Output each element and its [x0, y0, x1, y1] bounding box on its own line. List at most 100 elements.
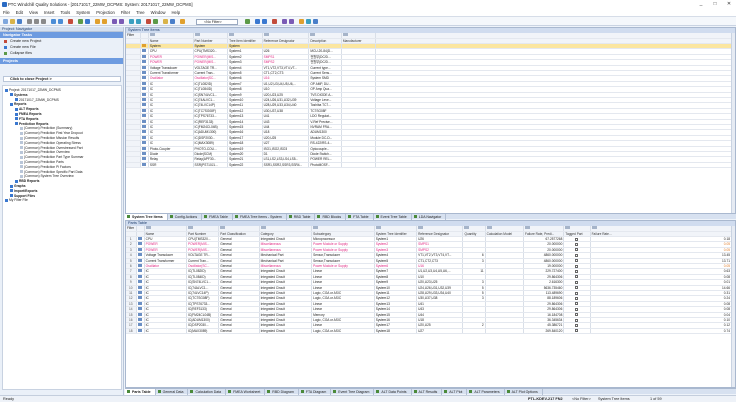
table-row[interactable]: 18 IC IC(MAX3089) General Integrated Circuit… — [126, 328, 733, 335]
calculate-icon[interactable] — [78, 19, 83, 24]
cut-icon[interactable] — [27, 19, 32, 24]
menu-item-tree[interactable]: Tree — [133, 10, 147, 15]
window-icon[interactable] — [170, 19, 175, 24]
tagged-part-checkbox[interactable] — [575, 253, 579, 257]
tab-fmea-table[interactable]: FMEA Table — [202, 213, 233, 220]
menu-item-edit[interactable]: Edit — [13, 10, 26, 15]
menu-item-view[interactable]: View — [26, 10, 41, 15]
menu-item-projection[interactable]: Projection — [93, 10, 118, 15]
maximize-button[interactable]: □ — [708, 0, 722, 9]
table-cell[interactable]: System18 — [374, 328, 418, 335]
tagged-part-checkbox[interactable] — [575, 307, 579, 311]
table-cell[interactable]: System22 — [227, 162, 263, 169]
tagged-part-checkbox[interactable] — [575, 291, 579, 295]
table-cell[interactable]: 0.74 — [590, 328, 733, 335]
folder-icon[interactable] — [163, 19, 168, 24]
tab-rbd-diagram[interactable]: RBD Diagram — [265, 388, 299, 395]
tab-rbd-table[interactable]: RBD Table — [287, 213, 316, 220]
stop-icon[interactable] — [272, 19, 277, 24]
expand-icon[interactable] — [129, 19, 134, 24]
table-cell[interactable]: IC — [144, 328, 188, 335]
funnel-icon[interactable] — [180, 19, 185, 24]
row-selector[interactable] — [126, 162, 141, 169]
new-icon[interactable] — [3, 19, 8, 24]
tab-fta-table[interactable]: FTA Table — [346, 213, 374, 220]
tab-general-data[interactable]: General Data — [156, 388, 189, 395]
table-cell[interactable]: Integrated Circuit — [259, 328, 313, 335]
print-icon[interactable] — [119, 19, 124, 24]
tab-config-actions[interactable]: Config Actions — [168, 213, 203, 220]
apply-filter-icon[interactable] — [245, 19, 250, 24]
tree-node[interactable]: My Filter File — [5, 198, 28, 203]
network-icon[interactable] — [282, 19, 287, 24]
menu-item-help[interactable]: Help — [169, 10, 184, 15]
collapse-icon[interactable] — [136, 19, 141, 24]
tagged-part-checkbox[interactable] — [575, 297, 579, 301]
tagged-part-checkbox[interactable] — [575, 248, 579, 252]
link-icon[interactable] — [289, 19, 294, 24]
minimize-button[interactable]: _ — [694, 0, 708, 9]
tagged-part-checkbox[interactable] — [575, 313, 579, 317]
table-cell[interactable]: SSR(PS710J1... — [193, 162, 229, 169]
report-icon[interactable] — [112, 19, 117, 24]
tagged-part-checkbox[interactable] — [575, 286, 579, 290]
menu-item-system[interactable]: System — [73, 10, 93, 15]
tagged-part-checkbox[interactable] — [575, 264, 579, 268]
tagged-part-checkbox[interactable] — [575, 324, 579, 328]
undo-icon[interactable] — [51, 19, 56, 24]
sort-icon[interactable] — [102, 19, 107, 24]
menu-item-insert[interactable]: Insert — [41, 10, 57, 15]
tagged-part-checkbox[interactable] — [575, 280, 579, 284]
filter-icon[interactable] — [95, 19, 100, 24]
tagged-part-checkbox[interactable] — [575, 302, 579, 306]
menu-item-file[interactable]: File — [0, 10, 13, 15]
tab-system-tree-items[interactable]: System Tree Items — [125, 213, 168, 220]
table-cell[interactable]: U27 — [416, 328, 464, 335]
chart-icon[interactable] — [153, 19, 158, 24]
tab-calculation-data[interactable]: Calculation Data — [188, 388, 227, 395]
tab-alt-data-points[interactable]: ALT Data Points — [374, 388, 412, 395]
tree-icon[interactable] — [306, 19, 311, 24]
delete-icon[interactable] — [68, 19, 73, 24]
system-tree-scrollbar[interactable] — [731, 33, 735, 214]
collapse-files-link[interactable]: Collapse files — [0, 50, 123, 56]
zoom-out-icon[interactable] — [262, 19, 267, 24]
tagged-part-checkbox[interactable] — [575, 270, 579, 273]
open-icon[interactable] — [10, 19, 15, 24]
tab-event-tree-diagram[interactable]: Event Tree Diagram — [331, 388, 375, 395]
projects-title[interactable]: Projects — [0, 58, 123, 64]
tagged-part-checkbox[interactable] — [575, 259, 579, 263]
menu-item-tools[interactable]: Tools — [57, 10, 73, 15]
tab-parts-table[interactable]: Parts Table — [125, 388, 156, 395]
table-cell[interactable] — [462, 328, 486, 335]
refresh-icon[interactable] — [85, 19, 90, 24]
close-project-button[interactable]: Click to close Project > — [3, 76, 121, 82]
table-cell[interactable]: PhotoMOSF... — [308, 162, 342, 169]
tab-fmea-tree-items-system[interactable]: FMEA Tree Items - System — [233, 213, 287, 220]
table-row[interactable]: SSR SSR(PS710J1... System22 SSR1,SSR2,SSR3,… — [126, 162, 732, 169]
tagged-part-checkbox-cell[interactable] — [563, 328, 591, 335]
menu-item-window[interactable]: Window — [148, 10, 169, 15]
tagged-part-checkbox[interactable] — [575, 242, 579, 246]
table-cell[interactable] — [341, 162, 377, 169]
tab-lda-navigator[interactable]: LDA Navigator — [412, 213, 447, 220]
save-icon[interactable] — [17, 19, 22, 24]
tagged-part-checkbox[interactable] — [575, 275, 579, 279]
tab-fmea-worksheet[interactable]: FMEA Worksheet — [226, 388, 266, 395]
table-cell[interactable]: Logic, CGA or ASIC — [311, 328, 375, 335]
tab-rbd-blocks[interactable]: RBD Blocks — [315, 213, 347, 220]
tab-event-tree-table[interactable]: Event Tree Table — [374, 213, 412, 220]
paste-icon[interactable] — [41, 19, 46, 24]
close-button[interactable]: ✕ — [722, 0, 736, 9]
star-icon[interactable] — [299, 19, 304, 24]
find-icon[interactable] — [146, 19, 151, 24]
table-cell[interactable]: IC(MAX3089) — [186, 328, 220, 335]
redo-icon[interactable] — [58, 19, 63, 24]
table-cell[interactable]: General — [218, 328, 260, 335]
tagged-part-checkbox[interactable] — [575, 237, 579, 241]
tab-fta-diagram[interactable]: FTA Diagram — [299, 388, 332, 395]
user-icon[interactable] — [313, 19, 318, 24]
menu-item-filter[interactable]: Filter — [118, 10, 133, 15]
table-cell[interactable]: 269.840120 — [523, 328, 565, 335]
tab-alt-parameters[interactable]: ALT Parameters — [467, 388, 505, 395]
